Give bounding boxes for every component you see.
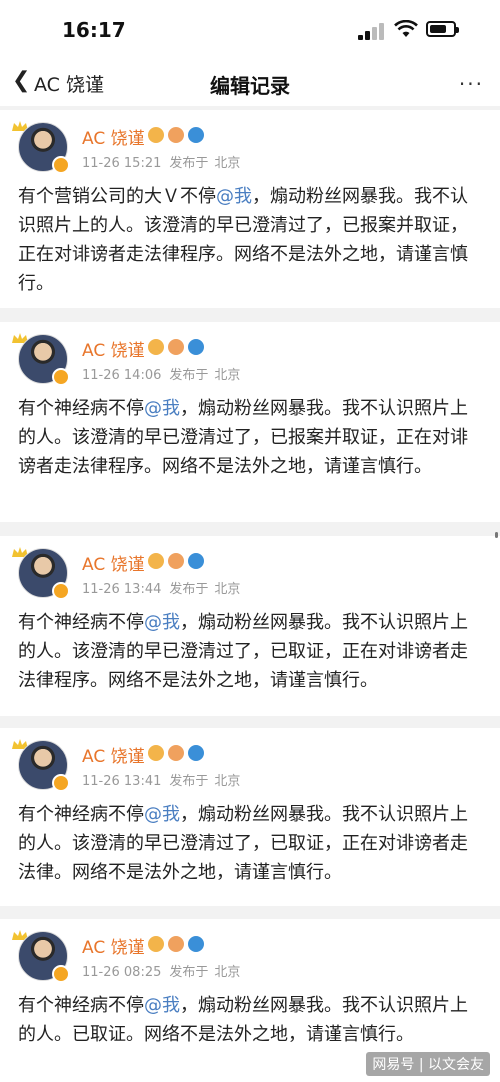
post-time: 11-26 14:06 — [82, 368, 162, 383]
post-time: 11-26 15:21 — [82, 156, 162, 171]
page-title: 编辑记录 — [210, 74, 290, 98]
username[interactable]: AC 饶谨 — [82, 336, 145, 361]
verified-badge-icon — [52, 965, 70, 983]
user-badges — [148, 552, 208, 570]
crown-badge-icon — [148, 127, 164, 143]
globe-badge-icon — [188, 339, 204, 355]
mention-link[interactable]: @我 — [144, 804, 180, 825]
crown-badge-icon — [148, 936, 164, 952]
mention-link[interactable]: @我 — [144, 612, 180, 633]
post-text-pre: 有个神经病不停 — [18, 804, 144, 825]
crown-icon — [12, 542, 28, 557]
user-badges — [148, 744, 208, 762]
verified-badge-icon — [52, 368, 70, 386]
globe-badge-icon — [188, 745, 204, 761]
post-time: 11-26 08:25 — [82, 965, 162, 980]
post-source: 发布于 — [169, 368, 209, 383]
crown-icon — [12, 116, 28, 131]
post-location: 北京 — [214, 368, 241, 383]
scroll-indicator[interactable] — [495, 532, 498, 538]
post-source: 发布于 — [169, 965, 209, 980]
post-text-pre: 有个神经病不停 — [18, 995, 144, 1016]
more-icon[interactable]: ··· — [459, 72, 484, 96]
username[interactable]: AC 饶谨 — [82, 124, 145, 149]
mention-link[interactable]: @我 — [144, 398, 180, 419]
watermark: 网易号 | 以文会友 — [366, 1052, 490, 1076]
post-meta: 11-26 08:25 发布于 北京 — [82, 961, 240, 980]
username[interactable]: AC 饶谨 — [82, 933, 145, 958]
mention-link[interactable]: @我 — [216, 186, 252, 207]
post-time: 11-26 13:44 — [82, 582, 162, 597]
crown-icon — [12, 925, 28, 940]
globe-badge-icon — [188, 553, 204, 569]
user-badges — [148, 935, 208, 953]
fish-badge-icon — [168, 339, 184, 355]
fish-badge-icon — [168, 745, 184, 761]
signal-icon — [358, 22, 386, 40]
fish-badge-icon — [168, 553, 184, 569]
crown-icon — [12, 328, 28, 343]
crown-badge-icon — [148, 553, 164, 569]
globe-badge-icon — [188, 936, 204, 952]
post-source: 发布于 — [169, 156, 209, 171]
nav-bar: ❮ AC 饶谨 编辑记录 ··· — [0, 60, 500, 106]
post-location: 北京 — [214, 774, 241, 789]
verified-badge-icon — [52, 156, 70, 174]
crown-icon — [12, 734, 28, 749]
mention-link[interactable]: @我 — [144, 995, 180, 1016]
post-meta: 11-26 14:06 发布于 北京 — [82, 364, 240, 383]
edit-record-card: AC 饶谨 11-26 14:06 发布于 北京 有个神经病不停@我，煽动粉丝网暴我… — [0, 322, 500, 522]
verified-badge-icon — [52, 774, 70, 792]
post-content: 有个营销公司的大Ｖ不停@我，煽动粉丝网暴我。我不认识照片上的人。该澄清的早已澄清… — [18, 182, 482, 298]
verified-badge-icon — [52, 582, 70, 600]
post-location: 北京 — [214, 156, 241, 171]
edit-record-card: AC 饶谨 11-26 13:41 发布于 北京 有个神经病不停@我，煽动粉丝网暴我… — [0, 728, 500, 906]
user-badges — [148, 126, 208, 144]
post-time: 11-26 13:41 — [82, 774, 162, 789]
edit-record-card: AC 饶谨 11-26 15:21 发布于 北京 有个营销公司的大Ｖ不停@我，煽动粉… — [0, 110, 500, 308]
crown-badge-icon — [148, 745, 164, 761]
username[interactable]: AC 饶谨 — [82, 550, 145, 575]
post-content: 有个神经病不停@我，煽动粉丝网暴我。我不认识照片上的人。该澄清的早已澄清过了，已… — [18, 608, 482, 695]
status-bar: 16:17 — [0, 0, 500, 60]
post-meta: 11-26 13:44 发布于 北京 — [82, 578, 240, 597]
user-badges — [148, 338, 208, 356]
status-time: 16:17 — [62, 18, 126, 42]
globe-badge-icon — [188, 127, 204, 143]
post-meta: 11-26 15:21 发布于 北京 — [82, 152, 240, 171]
post-location: 北京 — [214, 582, 241, 597]
crown-badge-icon — [148, 339, 164, 355]
wifi-icon — [394, 20, 418, 37]
post-content: 有个神经病不停@我，煽动粉丝网暴我。我不认识照片上的人。该澄清的早已澄清过了，已… — [18, 394, 482, 481]
edit-record-card: AC 饶谨 11-26 13:44 发布于 北京 有个神经病不停@我，煽动粉丝网暴我… — [0, 536, 500, 716]
battery-icon — [426, 21, 459, 37]
post-content: 有个神经病不停@我，煽动粉丝网暴我。我不认识照片上的人。已取证。网络不是法外之地… — [18, 991, 482, 1049]
post-meta: 11-26 13:41 发布于 北京 — [82, 770, 240, 789]
post-text-pre: 有个神经病不停 — [18, 612, 144, 633]
fish-badge-icon — [168, 936, 184, 952]
post-content: 有个神经病不停@我，煽动粉丝网暴我。我不认识照片上的人。该澄清的早已澄清过了，已… — [18, 800, 482, 887]
post-text-pre: 有个营销公司的大Ｖ不停 — [18, 186, 216, 207]
post-text-pre: 有个神经病不停 — [18, 398, 144, 419]
post-source: 发布于 — [169, 582, 209, 597]
fish-badge-icon — [168, 127, 184, 143]
username[interactable]: AC 饶谨 — [82, 742, 145, 767]
post-location: 北京 — [214, 965, 241, 980]
post-source: 发布于 — [169, 774, 209, 789]
